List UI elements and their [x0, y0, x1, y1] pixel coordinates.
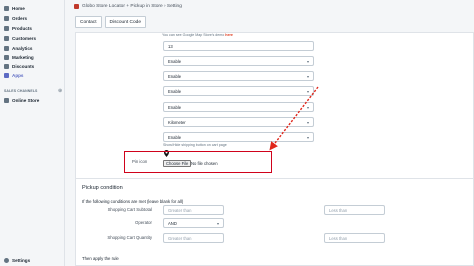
app-header: Globo Store Locator + Pickup in Store › …: [65, 0, 474, 13]
sidebar-item-settings[interactable]: Settings: [4, 258, 30, 263]
autodetect-select[interactable]: Enable ▾: [163, 102, 314, 112]
sidebar-item-home[interactable]: Home: [4, 4, 25, 13]
app-root: Home Orders Products Customers Analytics…: [0, 0, 474, 266]
quantity-less-input[interactable]: Less than: [324, 233, 385, 243]
group-value: Enable: [168, 73, 182, 79]
quantity-less-placeholder: Less than: [329, 235, 348, 241]
breadcrumb: Globo Store Locator + Pickup in Store › …: [82, 4, 182, 9]
subtotal-less-input[interactable]: Less than: [324, 205, 385, 215]
settings-panel: You can see Google Map Store's demo here…: [75, 32, 474, 266]
sidebar-item-orders[interactable]: Orders: [4, 14, 27, 23]
quantity-label: Shopping Cart Quantity: [107, 235, 152, 240]
tab-contact[interactable]: Contact: [75, 16, 102, 28]
sidebar-item-label: Analytics: [12, 46, 33, 51]
radius-select[interactable]: Enable ▾: [163, 56, 314, 66]
section-divider: [76, 178, 473, 179]
demo-hint-text: You can see Google Map Store's demo: [162, 33, 225, 37]
sidebar-item-label: Products: [12, 26, 32, 31]
select-arrow-icon: ▾: [306, 135, 309, 140]
select-arrow-icon: ▾: [216, 221, 219, 226]
radius-value: Enable: [168, 58, 182, 64]
demo-link[interactable]: here: [225, 33, 233, 37]
home-icon: [4, 6, 9, 11]
tag-select[interactable]: Enable ▾: [163, 86, 314, 96]
orders-icon: [4, 16, 9, 21]
tag-value: Enable: [168, 88, 182, 94]
select-arrow-icon: ▾: [306, 74, 309, 79]
sidebar-item-label: Settings: [12, 258, 31, 263]
sidebar-item-label: Customers: [12, 36, 36, 41]
zoom-input[interactable]: 13: [163, 41, 314, 51]
app-logo-icon: [74, 4, 79, 9]
sidebar-item-products[interactable]: Products: [4, 24, 32, 33]
discounts-icon: [4, 64, 9, 69]
sidebar-item-label: Apps: [12, 73, 24, 78]
sidebar: Home Orders Products Customers Analytics…: [0, 0, 65, 266]
pickup-intro: If the following conditions are met (lea…: [82, 199, 184, 204]
sidebar-item-analytics[interactable]: Analytics: [4, 44, 32, 53]
unit-select[interactable]: Kilometer ▾: [163, 117, 314, 127]
demo-hint: You can see Google Map Store's demo here: [162, 33, 233, 37]
analytics-icon: [4, 46, 9, 51]
then-rule-label: Then apply the rule: [82, 256, 119, 261]
shipping-help: Show/Hide shipping button on cart page: [163, 143, 227, 147]
sidebar-item-discounts[interactable]: Discounts: [4, 62, 34, 71]
subtotal-label: Shopping Cart Subtotal: [107, 207, 152, 212]
marketing-icon: [4, 55, 9, 60]
shipping-value: Enable: [168, 134, 182, 140]
sales-channels-heading: SALES CHANNELS: [4, 89, 38, 93]
customers-icon: [4, 36, 9, 41]
zoom-value: 13: [168, 43, 173, 49]
select-arrow-icon: ▾: [306, 89, 309, 94]
sidebar-item-label: Online Store: [12, 98, 40, 103]
operator-value: AND: [168, 220, 177, 226]
autodetect-value: Enable: [168, 104, 182, 110]
operator-select[interactable]: AND ▾: [163, 218, 224, 228]
unit-value: Kilometer: [168, 119, 186, 125]
tab-bar: Contact Discount Code: [75, 16, 147, 28]
quantity-greater-placeholder: Greater than: [168, 235, 192, 241]
sidebar-item-online-store[interactable]: Online Store: [4, 96, 39, 105]
sidebar-item-label: Marketing: [12, 55, 34, 60]
store-icon: [4, 98, 9, 103]
apps-icon: [4, 73, 9, 78]
sidebar-item-marketing[interactable]: Marketing: [4, 53, 34, 62]
select-arrow-icon: ▾: [306, 59, 309, 64]
sidebar-item-label: Home: [12, 6, 25, 11]
products-icon: [4, 26, 9, 31]
quantity-greater-input[interactable]: Greater than: [163, 233, 224, 243]
shipping-select[interactable]: Enable ▾: [163, 132, 314, 142]
subtotal-greater-input[interactable]: Greater than: [163, 205, 224, 215]
highlight-box: [124, 151, 272, 173]
subtotal-greater-placeholder: Greater than: [168, 207, 192, 213]
sidebar-item-label: Orders: [12, 16, 28, 21]
pickup-condition-title: Pickup condition: [82, 185, 123, 191]
select-arrow-icon: ▾: [306, 120, 309, 125]
sidebar-item-label: Discounts: [12, 64, 35, 69]
group-select[interactable]: Enable ▾: [163, 71, 314, 81]
add-channel-icon[interactable]: ⊕: [58, 88, 62, 94]
subtotal-less-placeholder: Less than: [329, 207, 348, 213]
sidebar-item-customers[interactable]: Customers: [4, 34, 36, 43]
sidebar-item-apps[interactable]: Apps: [4, 71, 23, 80]
gear-icon: [4, 258, 9, 263]
select-arrow-icon: ▾: [306, 105, 309, 110]
tab-discount-code[interactable]: Discount Code: [104, 16, 147, 28]
operator-label: Operator: [135, 220, 152, 225]
